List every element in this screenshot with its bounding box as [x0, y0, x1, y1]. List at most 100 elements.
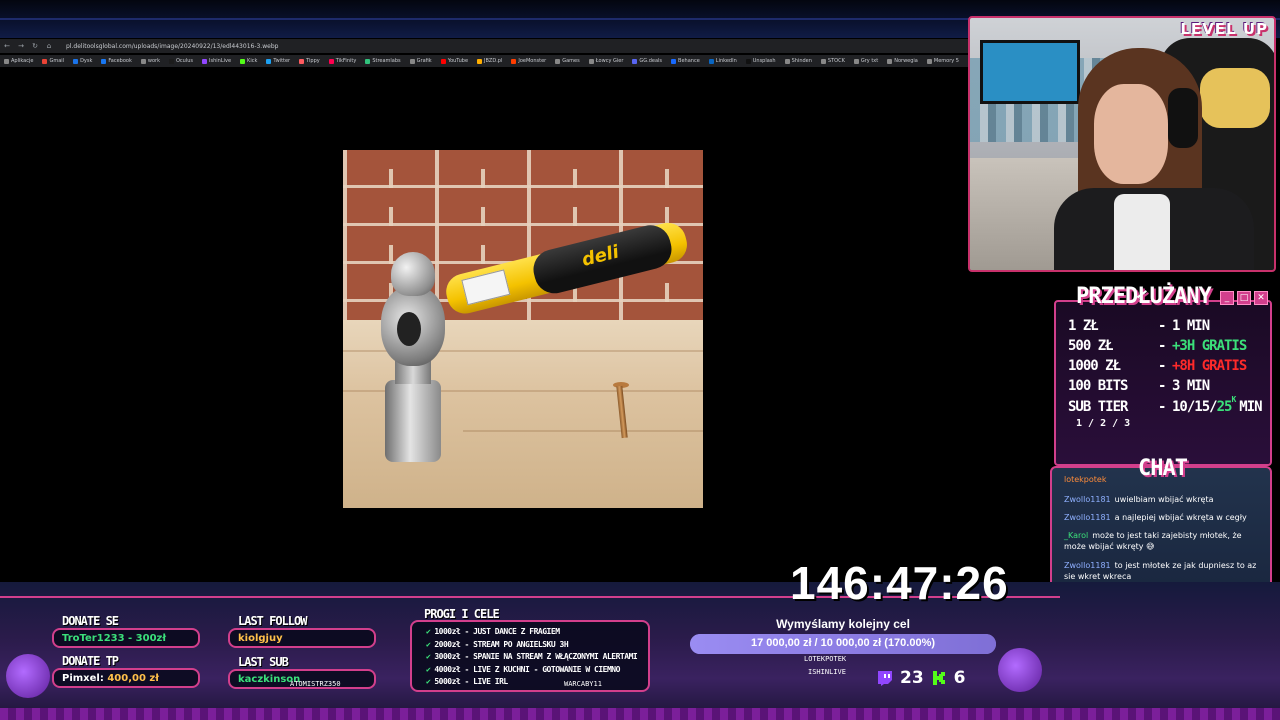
check-icon: ✔	[426, 627, 431, 636]
check-icon: ✔	[426, 639, 431, 649]
reload-icon[interactable]: ↻	[28, 42, 42, 50]
pixel-character-name: LOTEKPOTEK	[804, 655, 847, 663]
goal-bar-text: 17 000,00 zł / 10 000,00 zł (170.00%)	[750, 637, 936, 649]
goal-item: ✔ 5000zł - LIVE IRL	[426, 677, 508, 686]
sub-tier-row: SUB TIER - 10/15/25 K MIN	[1068, 394, 1263, 416]
bookmarks-bar: Aplikacje Gmail Dysk Facebook work Oculus Ishi…	[0, 55, 968, 67]
rate-row: 500 ZŁ - +3H GRATIS	[1068, 338, 1247, 354]
hammer-head	[377, 252, 449, 462]
bookmark-icon	[926, 58, 932, 64]
bookmark-item[interactable]: Shinden	[784, 58, 812, 64]
webcam-frame: LEVEL UP	[968, 16, 1276, 272]
chat-username[interactable]: Zwollo1181	[1064, 561, 1111, 570]
chat-text: a najlepiej wbijać wkręta w cegły	[1114, 513, 1247, 522]
bookmark-item[interactable]: Łowcy Gier	[588, 58, 623, 64]
donate-tp-box: Pimxel: 400,00 zł	[52, 668, 200, 688]
bookmark-icon	[511, 58, 517, 64]
bookmark-item[interactable]: Grafik	[409, 58, 432, 64]
viewer-stats: 23 6	[876, 668, 966, 688]
bookmark-item[interactable]: Dysk	[73, 58, 92, 64]
donate-tp-label: DONATE TP	[62, 654, 119, 668]
bookmark-item[interactable]: Twitter	[266, 58, 290, 64]
product-image-hammer: deli	[343, 150, 703, 508]
bookmark-item[interactable]: Games	[555, 58, 580, 64]
pixel-tree-right	[998, 648, 1042, 692]
stream-timer: 146:47:26	[790, 557, 1009, 609]
donate-se-box: TroTer1233 - 300zł	[52, 628, 200, 648]
bookmark-icon	[328, 58, 334, 64]
bookmark-item[interactable]: JoeMonster	[511, 58, 546, 64]
goal-item: ✔ 1000zł - JUST DANCE Z FRAGIEM	[426, 627, 560, 636]
browser-address-bar: ← → ↻ ⌂ pl.delitoolsglobal.com/uploads/i…	[0, 39, 968, 53]
bookmark-item[interactable]: Kick	[240, 58, 257, 64]
bookmark-item[interactable]: Streamlabs	[365, 58, 401, 64]
bookmark-item[interactable]: Behance	[671, 58, 700, 64]
goal-bar-title: Wymyślamy kolejny cel	[776, 617, 910, 631]
bookmark-item[interactable]: IshinLive	[202, 58, 231, 64]
bookmark-item[interactable]: Aplikacje	[4, 58, 33, 64]
chat-username[interactable]: Zwollo1181	[1064, 495, 1111, 504]
url-field[interactable]: pl.delitoolsglobal.com/uploads/image/202…	[66, 43, 278, 50]
chat-message: Zwollo1181 a najlepiej wbijać wkręta w ce…	[1064, 512, 1264, 523]
bookmark-icon	[101, 58, 107, 64]
bookmark-item[interactable]: Norwegia	[887, 58, 918, 64]
extension-rates: 1 ZŁ -1 MIN 500 ZŁ - +3H GRATIS 1000 ZŁ - +8H G…	[1068, 316, 1268, 429]
bookmark-item[interactable]: TikFinity	[328, 58, 356, 64]
back-icon[interactable]: ←	[0, 42, 14, 50]
streamer	[1054, 48, 1254, 270]
home-icon[interactable]: ⌂	[42, 42, 56, 50]
bookmark-item[interactable]: Gry txt	[853, 58, 878, 64]
bookmark-item[interactable]: JBZD.pl	[477, 58, 502, 64]
pixel-character-name: ATOMISTRZ350	[290, 680, 341, 688]
bookmark-icon	[588, 58, 594, 64]
check-icon: ✔	[426, 664, 431, 674]
goal-item: ✔ 4000zł - LIVE Z KUCHNI - GOTOWANIE W CI…	[426, 664, 620, 674]
bookmark-item[interactable]: LinkedIn	[708, 58, 737, 64]
goals-title: PROGI I CELE	[424, 607, 500, 621]
bookmark-icon	[240, 58, 246, 64]
rate-row: 1000 ZŁ - +8H GRATIS	[1068, 358, 1247, 374]
bookmark-item[interactable]: YouTube	[440, 58, 468, 64]
last-sub-label: LAST SUB	[238, 655, 289, 669]
kick-viewer-count: 6	[953, 668, 966, 688]
chat-username[interactable]: Zwollo1181	[1064, 513, 1111, 522]
minimize-icon: _	[1220, 291, 1234, 305]
forward-icon[interactable]: →	[14, 42, 28, 50]
bookmark-item[interactable]: Gmail	[42, 58, 64, 64]
chat-username[interactable]: _Karol	[1064, 531, 1088, 540]
bookmark-item[interactable]: work	[140, 58, 160, 64]
chat-text: uwielbiam wbijać wkręta	[1114, 495, 1214, 504]
pixel-character-name: ISHINLIVE	[808, 668, 846, 676]
rate-row: 100 BITS -3 MIN	[1068, 378, 1210, 394]
bookmark-item[interactable]: STOCK	[820, 58, 845, 64]
goal-item: ✔ 3000zł - SPANIE NA STREAM Z WŁĄCZONYMI …	[426, 652, 638, 661]
bookmark-item[interactable]: Oculus	[168, 58, 193, 64]
check-icon: ✔	[426, 677, 431, 686]
close-icon: ✕	[1254, 291, 1268, 305]
rate-row: 1 ZŁ -1 MIN	[1068, 318, 1210, 334]
bookmark-icon	[409, 58, 415, 64]
chat-message: Zwollo1181 uwielbiam wbijać wkręta	[1064, 494, 1264, 505]
last-follow-box: kiolgjuy	[228, 628, 376, 648]
bookmark-icon	[42, 58, 48, 64]
bookmark-item[interactable]: GG.deals	[632, 58, 662, 64]
bookmark-icon	[820, 58, 826, 64]
bookmark-icon	[73, 58, 79, 64]
bookmark-icon	[555, 58, 561, 64]
bookmark-icon	[671, 58, 677, 64]
bookmark-item[interactable]: Unsplash	[745, 58, 776, 64]
goal-item: ✔ 2000zł - STREAM PO ANGIELSKU 3H	[426, 639, 569, 649]
bookmark-item[interactable]: Memory 5	[926, 58, 959, 64]
chat-text: może to jest taki zajebisty młotek, że m…	[1064, 531, 1242, 551]
bookmark-item[interactable]: Tippy	[299, 58, 320, 64]
chat-username[interactable]: lotekpotek	[1064, 475, 1106, 484]
chat-message: _Karol może to jest taki zajebisty młotek…	[1064, 530, 1264, 552]
bookmark-item[interactable]: Facebook	[101, 58, 132, 64]
bookmark-icon	[784, 58, 790, 64]
extension-panel-header: PRZEDŁUŻANY _ □ ✕	[1054, 284, 1272, 312]
maximize-icon: □	[1237, 291, 1251, 305]
bookmark-icon	[365, 58, 371, 64]
last-follow-label: LAST FOLLOW	[238, 614, 307, 628]
chat-title: CHAT	[1138, 456, 1188, 481]
sub-tier-levels: 1 / 2 / 3	[1076, 418, 1131, 429]
